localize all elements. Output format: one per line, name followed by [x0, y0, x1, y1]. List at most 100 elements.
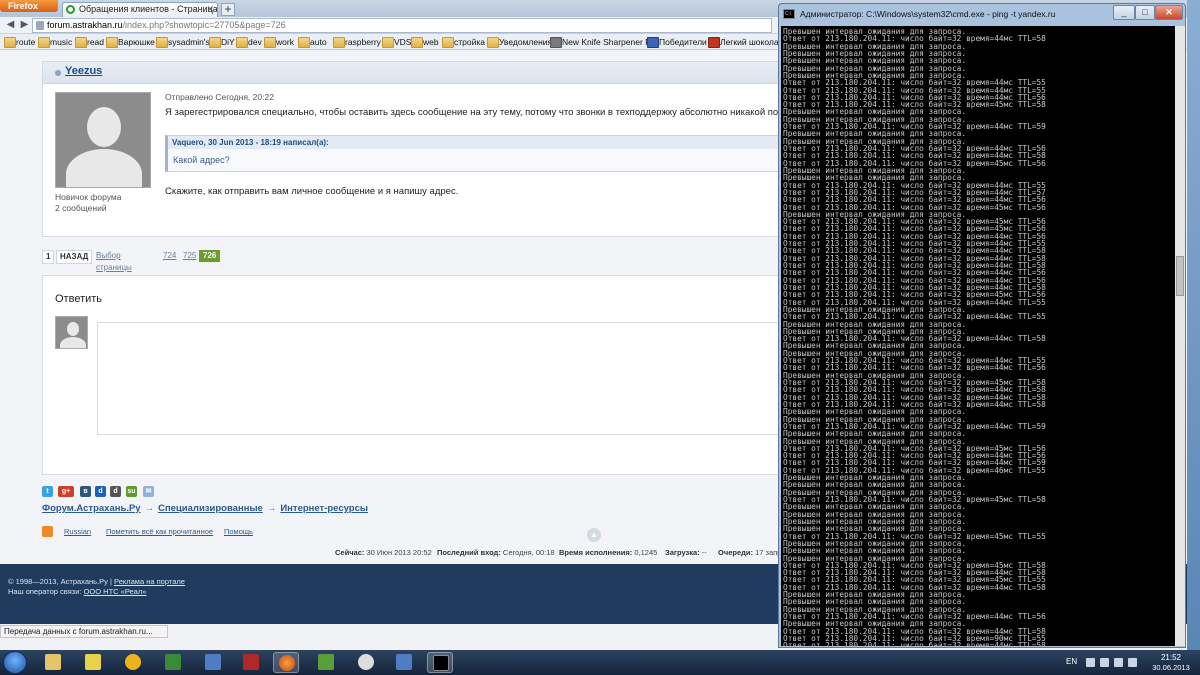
portal-ads-link[interactable]: Реклама на портале	[114, 577, 185, 586]
back-arrow-icon[interactable]: ◀	[4, 18, 17, 32]
bookmark-folder[interactable]: VDS	[382, 36, 411, 48]
start-button[interactable]	[3, 651, 27, 674]
page-back-button[interactable]: НАЗАД	[56, 250, 93, 264]
cmd-icon	[433, 655, 449, 671]
bookmark-folder[interactable]: Варюшке	[106, 36, 155, 48]
page-link[interactable]: 724	[163, 250, 176, 262]
quote-text: Какой адрес?	[173, 155, 230, 165]
page-select-link[interactable]: Выбор страницы	[96, 250, 132, 274]
post-reply-text: Скажите, как отправить вам личное сообще…	[165, 186, 459, 197]
help-link[interactable]: Помощь	[224, 527, 253, 536]
bookmark-folder[interactable]: DiY	[209, 36, 235, 48]
breadcrumb: Форум.Астрахань.Ру → Специализированные → Ин…	[42, 503, 368, 514]
vk-icon[interactable]: в	[80, 486, 91, 497]
close-button[interactable]: ✕	[1155, 5, 1183, 20]
url-host: forum.astrakhan.ru	[47, 20, 123, 30]
network-tray-icon[interactable]	[1114, 658, 1123, 667]
close-tab-icon[interactable]: ✕	[206, 3, 214, 16]
avatar[interactable]	[55, 92, 151, 188]
bookmark-folder[interactable]: read	[75, 36, 104, 48]
delicious-icon[interactable]: d	[95, 486, 106, 497]
footer-copyright: © 1998—2013, Астрахань.Ру | Реклама на п…	[8, 577, 185, 586]
taskbar-cmd-button[interactable]	[427, 652, 453, 673]
reply-avatar	[55, 316, 88, 349]
bookmark-folder[interactable]: raspberry	[333, 36, 381, 48]
cmd-console[interactable]: Превышен интервал ожидания для запроса. О…	[781, 26, 1175, 646]
stumble-icon[interactable]: su	[126, 486, 137, 497]
site-identity-icon[interactable]	[36, 21, 44, 30]
cmd-scrollbar[interactable]	[1175, 26, 1185, 646]
breadcrumb-link[interactable]: Интернет-ресурсы	[280, 503, 368, 514]
page-link[interactable]: 725	[183, 250, 196, 262]
bookmark-link[interactable]: Победители	[647, 36, 707, 48]
notes-icon	[85, 654, 101, 670]
browser-tab[interactable]: Обращения клиентов - Страница 726 -... ✕	[62, 2, 218, 17]
email-icon[interactable]: ✉	[143, 486, 154, 497]
google-plus-icon[interactable]: g+	[58, 486, 74, 497]
tray-icon[interactable]	[1086, 658, 1095, 667]
taskbar-app-button[interactable]	[120, 652, 146, 673]
clock-date[interactable]: 30.06.2013	[1151, 663, 1191, 672]
taskbar-app-button[interactable]	[238, 652, 264, 673]
stat-last-value: Сегодня, 00:18	[502, 548, 555, 557]
bookmark-folder[interactable]: route	[4, 36, 35, 48]
taskbar-explorer-button[interactable]	[40, 652, 66, 673]
url-bar[interactable]: forum.astrakhan.ru/index.php?showtopic=2…	[32, 18, 772, 33]
avatar-silhouette-head	[67, 322, 79, 336]
mark-read-link[interactable]: Пометить всё как прочитанное	[106, 527, 213, 536]
stat-now-value: 30 Июн 2013 20:52	[366, 548, 432, 557]
page-first-button[interactable]: 1	[42, 250, 55, 264]
tray-icon[interactable]	[1100, 658, 1109, 667]
bookmark-folder[interactable]: dev	[236, 36, 262, 48]
cmd-titlebar[interactable]: C:\ Администратор: C:\Windows\system32\c…	[779, 4, 1185, 26]
taskbar-app-button[interactable]	[353, 652, 379, 673]
cmd-output: Превышен интервал ожидания для запроса. О…	[783, 27, 1175, 646]
messenger-icon	[125, 654, 141, 670]
copyright-text: © 1998—2013, Астрахань.Ру	[8, 577, 108, 586]
bookmark-folder[interactable]: web	[411, 36, 439, 48]
media-icon	[358, 654, 374, 670]
bookmark-folder[interactable]: auto	[298, 36, 327, 48]
breadcrumb-link[interactable]: Форум.Астрахань.Ру	[42, 503, 141, 514]
maximize-button[interactable]: □	[1135, 5, 1155, 20]
minimize-button[interactable]: _	[1113, 5, 1135, 20]
bookmark-link[interactable]: New Knife Sharpener P...	[550, 36, 657, 48]
firefox-menu-button[interactable]: Firefox	[0, 0, 58, 12]
taskbar-firefox-button[interactable]	[273, 652, 299, 673]
new-tab-button[interactable]: +	[221, 3, 235, 16]
language-link[interactable]: Russian	[64, 527, 91, 536]
volume-icon[interactable]	[1128, 658, 1137, 667]
twitter-icon[interactable]: t	[42, 486, 53, 497]
app-red-icon	[243, 654, 259, 670]
stat-exec-value: 0,1245	[634, 548, 658, 557]
desktop-background	[1187, 0, 1200, 650]
bookmark-folder[interactable]: work	[264, 36, 294, 48]
taskbar-app-button[interactable]	[391, 652, 417, 673]
bookmark-folder[interactable]: стройка	[442, 36, 485, 48]
scroll-top-icon[interactable]: ▲	[587, 528, 601, 542]
bookmark-folder[interactable]: Уведомления	[487, 36, 552, 48]
bookmark-link[interactable]: Легкий шоколад	[708, 36, 784, 48]
avatar-silhouette-body	[66, 149, 142, 187]
language-indicator[interactable]: EN	[1066, 657, 1077, 666]
cmd-scrollbar-thumb[interactable]	[1176, 256, 1184, 296]
browser-status-bar: Передача данных с forum.astrakhan.ru...	[0, 625, 168, 638]
digg-icon[interactable]: d	[110, 486, 121, 497]
breadcrumb-link[interactable]: Специализированные	[158, 503, 263, 514]
operator-link[interactable]: ООО НТС «Реал»	[84, 587, 147, 596]
bookmark-folder[interactable]: music	[38, 36, 72, 48]
avatar-silhouette-body	[60, 337, 86, 348]
taskbar-app-button[interactable]	[160, 652, 186, 673]
rss-icon[interactable]	[42, 526, 53, 537]
reply-textarea[interactable]	[97, 322, 841, 435]
breadcrumb-separator: →	[266, 503, 277, 514]
taskbar-app-button[interactable]	[313, 652, 339, 673]
stat-load-label: Загрузка:	[665, 548, 700, 557]
taskbar-app-button[interactable]	[80, 652, 106, 673]
bookmark-folder[interactable]: sysadmin's	[156, 36, 210, 48]
post-author-link[interactable]: Yeezus	[65, 65, 102, 77]
taskbar-app-button[interactable]	[200, 652, 226, 673]
clock-time[interactable]: 21:52	[1151, 653, 1191, 662]
post-header: Yeezus	[43, 62, 841, 84]
forward-arrow-icon[interactable]: ▶	[18, 18, 31, 32]
